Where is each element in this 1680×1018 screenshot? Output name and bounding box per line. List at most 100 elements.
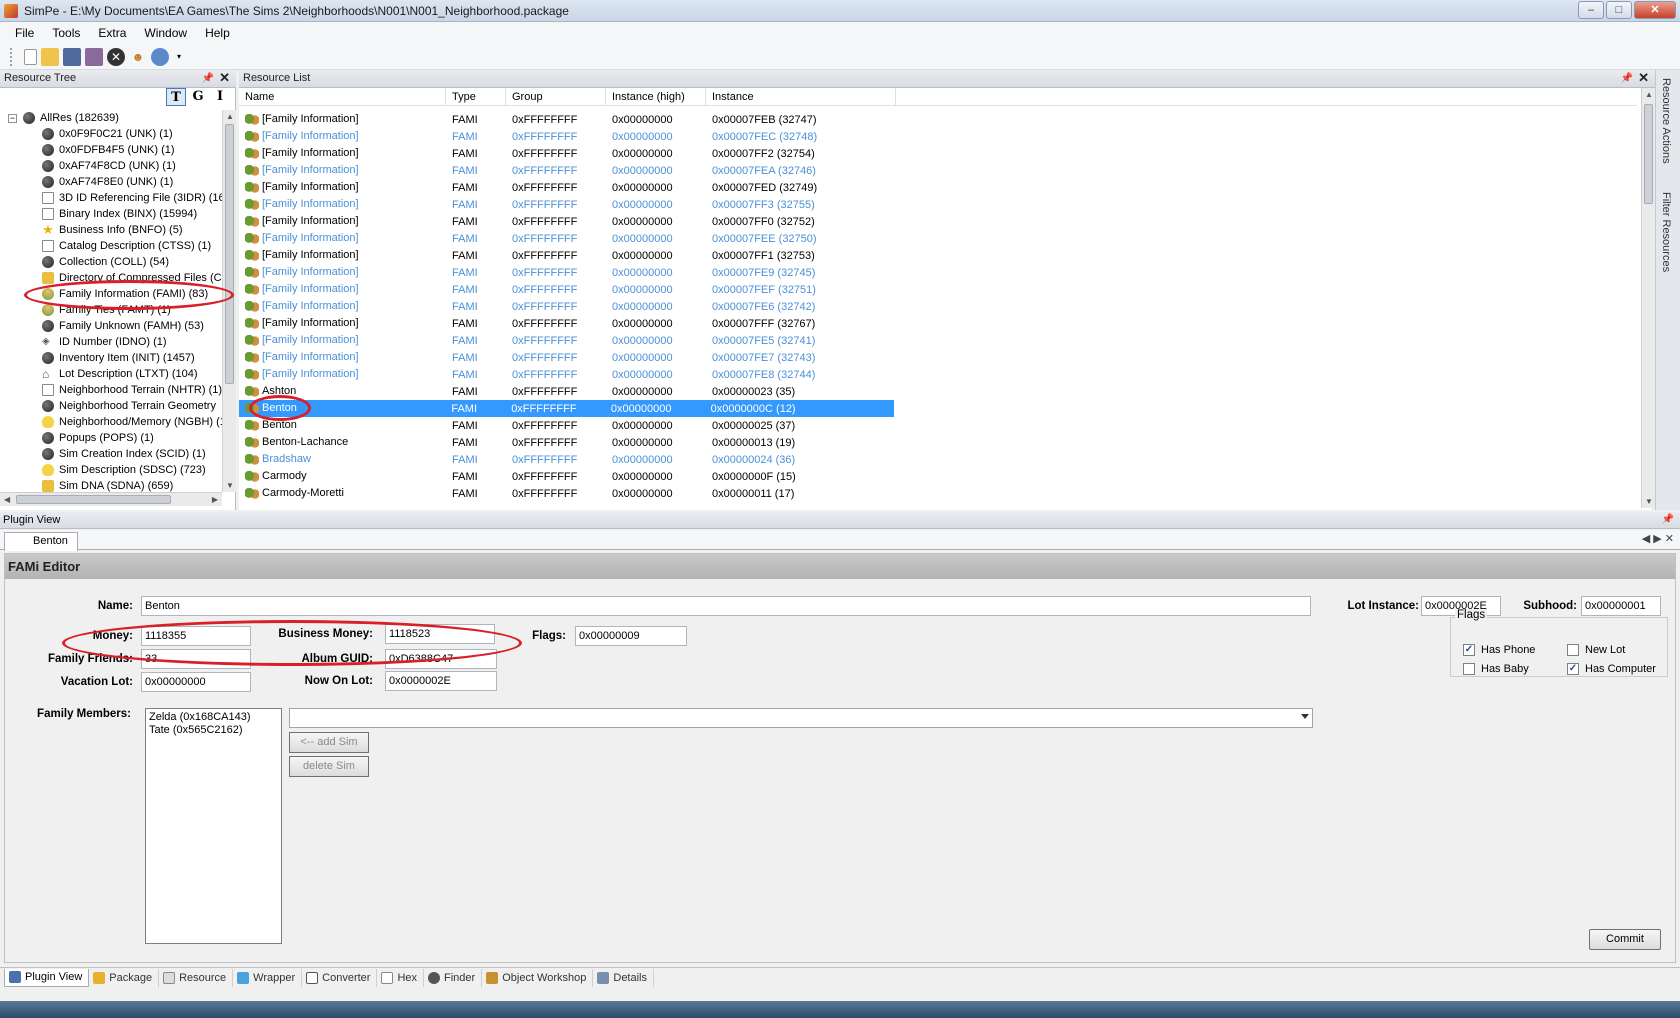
collapse-icon[interactable]: − <box>8 113 17 123</box>
sims-icon[interactable]: ☻ <box>129 48 147 66</box>
flags-field[interactable]: 0x00000009 <box>575 626 687 646</box>
has-phone-checkbox[interactable]: ✓ Has Phone <box>1463 644 1535 656</box>
tab-plugin-view[interactable]: Plugin View <box>4 968 90 987</box>
close-panel-icon[interactable]: ✕ <box>219 69 230 86</box>
table-row[interactable]: [Family Information] FAMI 0xFFFFFFFF 0x0000… <box>239 230 1637 247</box>
table-row[interactable]: Carmody-Moretti FAMI 0xFFFFFFFF 0x00000000 0… <box>239 485 1637 502</box>
table-row[interactable]: [Family Information] FAMI 0xFFFFFFFF 0x0000… <box>239 128 1637 145</box>
column-instance[interactable]: Instance <box>706 88 896 105</box>
table-row[interactable]: Benton FAMI 0xFFFFFFFF 0x00000000 0x0000000C… <box>239 400 894 417</box>
table-row[interactable]: Benton-Lachance FAMI 0xFFFFFFFF 0x00000000 0… <box>239 434 1637 451</box>
pin-icon[interactable]: 📌 <box>202 70 214 87</box>
toolbar-grip[interactable] <box>10 47 14 66</box>
table-row[interactable]: [Family Information] FAMI 0xFFFFFFFF 0x0000… <box>239 247 1637 264</box>
column-group[interactable]: Group <box>506 88 606 105</box>
close-panel-icon[interactable]: ✕ <box>1638 69 1649 86</box>
new-icon[interactable] <box>24 48 37 65</box>
pin-icon[interactable]: 📌 <box>1621 70 1633 87</box>
menu-help[interactable]: Help <box>196 26 239 40</box>
table-row[interactable]: [Family Information] FAMI 0xFFFFFFFF 0x0000… <box>239 332 1637 349</box>
tab-hex[interactable]: Hex <box>377 968 425 987</box>
column-name[interactable]: Name <box>239 88 446 105</box>
name-field[interactable]: Benton <box>141 596 1311 616</box>
list-item[interactable]: Tate (0x565C2162) <box>149 724 278 737</box>
close-icon[interactable]: ✕ <box>107 47 125 66</box>
table-row[interactable]: [Family Information] FAMI 0xFFFFFFFF 0x0000… <box>239 366 1637 383</box>
list-vertical-scrollbar[interactable]: ▲ ▼ <box>1641 88 1655 508</box>
tab-object-workshop[interactable]: Object Workshop <box>482 968 594 987</box>
save-all-icon[interactable] <box>85 47 103 66</box>
table-row[interactable]: [Family Information] FAMI 0xFFFFFFFF 0x0000… <box>239 196 1637 213</box>
table-row[interactable]: Ashton FAMI 0xFFFFFFFF 0x00000000 0x00000023… <box>239 383 1637 400</box>
table-row[interactable]: [Family Information] FAMI 0xFFFFFFFF 0x0000… <box>239 111 1637 128</box>
tab-finder[interactable]: Finder <box>424 968 483 987</box>
table-row[interactable]: [Family Information] FAMI 0xFFFFFFFF 0x0000… <box>239 349 1637 366</box>
tree-item[interactable]: Family Unknown (FAMH) (53) <box>0 318 224 334</box>
tree-item[interactable]: Collection (COLL) (54) <box>0 254 224 270</box>
tree-item[interactable]: Inventory Item (INIT) (1457) <box>0 350 224 366</box>
tab-resource[interactable]: Resource <box>159 968 234 987</box>
tree-item[interactable]: ⌂ Lot Description (LTXT) (104) <box>0 366 224 382</box>
pin-icon[interactable]: 📌 <box>1662 512 1674 528</box>
tree-item[interactable]: Sim DNA (SDNA) (659) <box>0 478 224 492</box>
tab-navigation[interactable]: ◀ ▶ ✕ <box>1642 532 1674 545</box>
subhood-field[interactable]: 0x00000001 <box>1581 596 1661 616</box>
list-scroll-thumb[interactable] <box>1644 104 1653 204</box>
has-baby-checkbox[interactable]: Has Baby <box>1463 663 1529 675</box>
tab-benton[interactable]: Benton <box>4 532 78 551</box>
checkbox-icon[interactable] <box>1463 663 1475 675</box>
tree-item[interactable]: Neighborhood Terrain Geometry <box>0 398 224 414</box>
column-instance-high[interactable]: Instance (high) <box>606 88 706 105</box>
menu-file[interactable]: File <box>6 26 43 40</box>
sim-select-dropdown[interactable] <box>289 708 1313 728</box>
tree-root[interactable]: − AllRes (182639) <box>0 110 224 126</box>
list-item[interactable]: Zelda (0x168CA143) <box>149 711 278 724</box>
table-row[interactable]: [Family Information] FAMI 0xFFFFFFFF 0x0000… <box>239 315 1637 332</box>
tree-item[interactable]: 0x0F9F0C21 (UNK) (1) <box>0 126 224 142</box>
checkbox-icon[interactable] <box>1567 644 1579 656</box>
menu-tools[interactable]: Tools <box>43 26 89 40</box>
menu-window[interactable]: Window <box>135 26 196 40</box>
tab-wrapper[interactable]: Wrapper <box>233 968 303 987</box>
open-icon[interactable] <box>41 47 59 66</box>
tree-item[interactable]: Binary Index (BINX) (15994) <box>0 206 224 222</box>
tab-converter[interactable]: Converter <box>302 968 378 987</box>
tree-item[interactable]: Neighborhood/Memory (NGBH) (1 <box>0 414 224 430</box>
tree-item[interactable]: 3D ID Referencing File (3IDR) (16 <box>0 190 224 206</box>
save-icon[interactable] <box>63 47 81 66</box>
table-row[interactable]: Carmody FAMI 0xFFFFFFFF 0x00000000 0x0000000… <box>239 468 1637 485</box>
family-members-list[interactable]: Zelda (0x168CA143) Tate (0x565C2162) <box>145 708 282 944</box>
tree-item[interactable]: 0xAF74F8CD (UNK) (1) <box>0 158 224 174</box>
minimize-button[interactable]: – <box>1578 1 1604 19</box>
table-row[interactable]: Benton FAMI 0xFFFFFFFF 0x00000000 0x00000025… <box>239 417 1637 434</box>
table-row[interactable]: [Family Information] FAMI 0xFFFFFFFF 0x0000… <box>239 281 1637 298</box>
filter-resources-tab[interactable]: Filter Resources <box>1660 192 1672 272</box>
chevron-down-icon[interactable] <box>1301 714 1309 719</box>
table-row[interactable]: [Family Information] FAMI 0xFFFFFFFF 0x0000… <box>239 162 1637 179</box>
add-sim-button[interactable]: <-- add Sim <box>289 732 369 753</box>
commit-button[interactable]: Commit <box>1589 929 1661 950</box>
table-row[interactable]: [Family Information] FAMI 0xFFFFFFFF 0x0000… <box>239 179 1637 196</box>
tab-package[interactable]: Package <box>89 968 160 987</box>
tree-item[interactable]: Sim Creation Index (SCID) (1) <box>0 446 224 462</box>
tree-item[interactable]: Sim Description (SDSC) (723) <box>0 462 224 478</box>
tree-item[interactable]: 0x0FDFB4F5 (UNK) (1) <box>0 142 224 158</box>
checkbox-icon[interactable]: ✓ <box>1463 644 1475 656</box>
tree-instance-view-button[interactable]: I <box>210 88 230 106</box>
tree-scroll-thumb[interactable] <box>225 124 234 384</box>
tree-item[interactable]: Popups (POPS) (1) <box>0 430 224 446</box>
checkbox-icon[interactable]: ✓ <box>1567 663 1579 675</box>
table-row[interactable]: Bradshaw FAMI 0xFFFFFFFF 0x00000000 0x000000… <box>239 451 1637 468</box>
vacation-lot-field[interactable]: 0x00000000 <box>141 672 251 692</box>
maximize-button[interactable]: □ <box>1606 1 1632 19</box>
tree-horizontal-scrollbar[interactable]: ◀ ▶ <box>0 492 222 506</box>
tree-item[interactable]: Neighborhood Terrain (NHTR) (1) <box>0 382 224 398</box>
resource-actions-tab[interactable]: Resource Actions <box>1660 78 1672 164</box>
tab-details[interactable]: Details <box>593 968 654 987</box>
menu-extra[interactable]: Extra <box>89 26 135 40</box>
tree-item[interactable]: ◈ ID Number (IDNO) (1) <box>0 334 224 350</box>
tree-type-view-button[interactable]: T <box>166 88 186 106</box>
new-lot-checkbox[interactable]: New Lot <box>1567 644 1625 656</box>
now-on-lot-field[interactable]: 0x0000002E <box>385 671 497 691</box>
tree-item[interactable]: ★ Business Info (BNFO) (5) <box>0 222 224 238</box>
